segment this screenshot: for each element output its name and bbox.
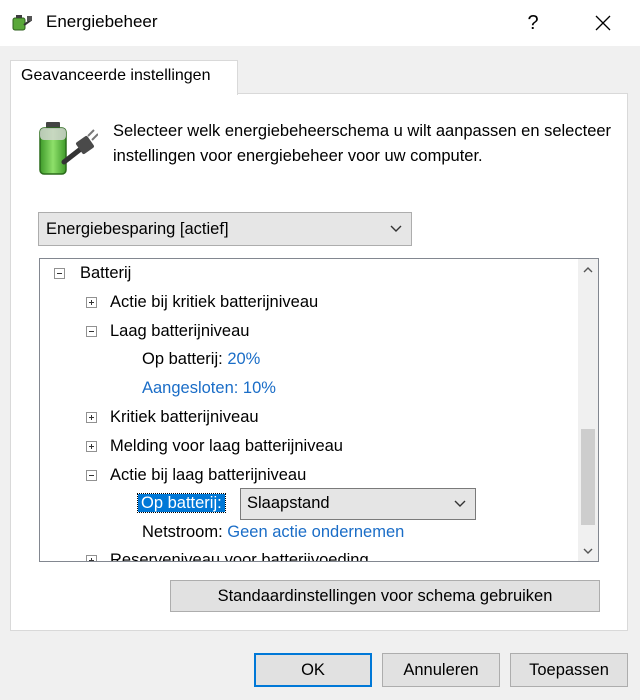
vertical-scrollbar[interactable] bbox=[578, 259, 598, 561]
apply-button[interactable]: Toepassen bbox=[510, 653, 628, 687]
tree-node-label: Reserveniveau voor batterijvoeding bbox=[110, 551, 369, 562]
expand-icon[interactable] bbox=[86, 412, 97, 423]
title-bar[interactable]: Energiebeheer ? bbox=[0, 0, 640, 46]
tree-setting-low-plugged-in[interactable]: Aangesloten: 10% bbox=[142, 376, 276, 400]
chevron-down-icon bbox=[390, 225, 402, 232]
power-plug-battery-icon bbox=[12, 15, 32, 31]
close-icon bbox=[595, 15, 611, 31]
tree-setting-low-on-battery[interactable]: Op batterij: 20% bbox=[142, 347, 260, 371]
action-on-battery-select[interactable]: Slaapstand bbox=[240, 488, 476, 520]
scroll-thumb[interactable] bbox=[581, 429, 595, 525]
tab-label: Geavanceerde instellingen bbox=[21, 67, 211, 84]
expand-icon[interactable] bbox=[86, 555, 97, 561]
collapse-icon[interactable] bbox=[86, 470, 97, 481]
collapse-icon[interactable] bbox=[86, 326, 97, 337]
setting-value-link[interactable]: Aangesloten: 10% bbox=[142, 379, 276, 397]
tree-node-label: Actie bij kritiek batterijniveau bbox=[110, 293, 319, 311]
tree-node-label: Melding voor laag batterijniveau bbox=[110, 437, 343, 455]
tree-node-label: Kritiek batterijniveau bbox=[110, 408, 259, 426]
tree-node-label: Laag batterijniveau bbox=[110, 322, 250, 340]
setting-label: Op batterij: bbox=[142, 350, 223, 368]
ok-button[interactable]: OK bbox=[254, 653, 372, 687]
settings-tree[interactable]: Batterij Actie bij kritiek batterijnivea… bbox=[39, 258, 599, 562]
scroll-down-button[interactable] bbox=[578, 541, 598, 561]
setting-value-link[interactable]: Geen actie ondernemen bbox=[227, 523, 404, 541]
restore-defaults-button[interactable]: Standaardinstellingen voor schema gebrui… bbox=[170, 580, 600, 612]
expand-icon[interactable] bbox=[86, 297, 97, 308]
tree-setting-action-plugged-in[interactable]: Netstroom: Geen actie ondernemen bbox=[142, 520, 404, 544]
cancel-button[interactable]: Annuleren bbox=[382, 653, 500, 687]
power-scheme-select[interactable]: Energiebesparing [actief] bbox=[38, 212, 412, 246]
window-title: Energiebeheer bbox=[46, 12, 158, 31]
setting-label: Netstroom: bbox=[142, 523, 223, 541]
setting-value-link[interactable]: 20% bbox=[227, 350, 260, 368]
action-on-battery-value: Slaapstand bbox=[247, 494, 330, 512]
chevron-down-icon bbox=[583, 548, 593, 554]
power-scheme-value: Energiebesparing [actief] bbox=[46, 220, 229, 238]
expand-icon[interactable] bbox=[86, 441, 97, 452]
tab-advanced-settings[interactable]: Geavanceerde instellingen bbox=[10, 60, 238, 95]
setting-label-selected: Op batterij: bbox=[137, 493, 226, 513]
help-button[interactable]: ? bbox=[510, 4, 556, 42]
tree-node-label: Actie bij laag batterijniveau bbox=[110, 466, 307, 484]
close-button[interactable] bbox=[578, 4, 628, 42]
scroll-up-button[interactable] bbox=[578, 259, 598, 279]
tree-setting-action-on-battery[interactable]: Op batterij: bbox=[137, 491, 226, 515]
tree-node-label: Batterij bbox=[80, 264, 132, 282]
intro-text: Selecteer welk energiebeheerschema u wil… bbox=[113, 122, 612, 165]
collapse-icon[interactable] bbox=[54, 268, 65, 279]
chevron-down-icon bbox=[454, 500, 466, 507]
battery-plug-icon bbox=[39, 122, 98, 175]
chevron-up-icon bbox=[583, 267, 593, 273]
